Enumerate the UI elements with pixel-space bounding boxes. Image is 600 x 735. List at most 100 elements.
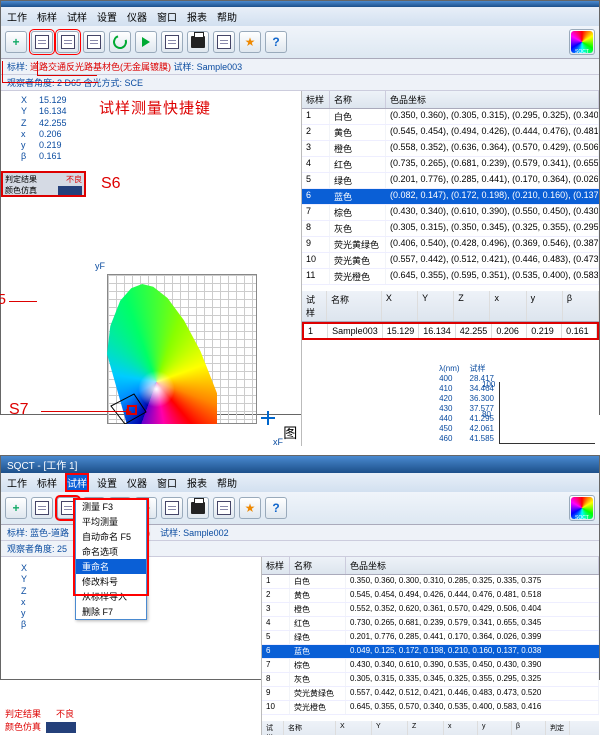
help-button[interactable]: ? [265,497,287,519]
s7-arrow [41,411,126,412]
table-row[interactable]: 5绿色0.201, 0.776, 0.285, 0.441, 0.170, 0.… [262,631,599,645]
table-row[interactable]: 9荧光黄绿色(0.406, 0.540), (0.428, 0.496), (0… [302,237,599,253]
table-row[interactable]: 2黄色0.545, 0.454, 0.494, 0.426, 0.444, 0.… [262,589,599,603]
print-button[interactable] [187,497,209,519]
result-label: 判定结果 [5,174,37,185]
color-swatch [58,186,82,195]
std-table-body[interactable]: 1白色0.350, 0.360, 0.300, 0.310, 0.285, 0.… [262,575,599,715]
sample-table-body[interactable]: 1Sample00315.12916.13442.2550.2060.2190.… [304,324,597,338]
col-index: 标样 [262,557,290,574]
table-row[interactable]: 6蓝色0.049, 0.125, 0.172, 0.198, 0.210, 0.… [262,645,599,659]
menu-item[interactable]: 窗口 [157,475,177,490]
dropdown-item[interactable]: 自动命名 F5 [76,529,146,544]
col-coord: 色品坐标 [386,91,599,108]
dropdown-item[interactable]: 平均测量 [76,514,146,529]
sample-prefix: 试样: [160,528,181,538]
table-row[interactable]: 5绿色(0.201, 0.776), (0.285, 0.441), (0.17… [302,173,599,189]
menubar[interactable]: 工作标样试样设置仪器窗口报表帮助 [1,473,599,492]
menu-item[interactable]: 标样 [37,475,57,490]
favorite-button[interactable]: ★ [239,31,261,53]
table-row[interactable]: 6蓝色(0.082, 0.147), (0.172, 0.198), (0.21… [302,189,599,205]
std-measure-button[interactable] [31,31,53,53]
menu-item[interactable]: 试样 [67,475,87,490]
menu-item[interactable]: 报表 [187,475,207,490]
table-row[interactable]: 11荧光橙色(0.645, 0.355), (0.595, 0.351), (0… [302,269,599,285]
menu-item[interactable]: 仪器 [127,475,147,490]
table-row[interactable]: 9荧光黄绿色0.557, 0.442, 0.512, 0.421, 0.446,… [262,687,599,701]
table-row[interactable]: 1白色0.350, 0.360, 0.300, 0.310, 0.285, 0.… [262,575,599,589]
s5-callout: S5 [0,291,6,308]
dropdown-item[interactable]: 修改料号 [76,574,146,589]
table-row[interactable]: 8灰色0.305, 0.315, 0.335, 0.345, 0.325, 0.… [262,673,599,687]
menubar[interactable]: 工作标样试样设置仪器窗口报表帮助 [1,7,599,26]
menu-item[interactable]: 窗口 [157,9,177,24]
right-pane: 标样 名称 色品坐标 1白色(0.350, 0.360), (0.305, 0.… [301,91,599,446]
table-row[interactable]: 3橙色(0.558, 0.352), (0.636, 0.364), (0.57… [302,141,599,157]
print-button[interactable] [187,31,209,53]
sample-dropdown-menu[interactable]: 测量 F3平均测量自动命名 F5命名选项重命名修改料号从标样导入删除 F7 [75,498,147,620]
preview-button[interactable] [213,497,235,519]
xyz-readout: X15.129Y16.134Z42.255x0.206y0.219β0.161 [21,95,67,163]
dropdown-item[interactable]: 删除 F7 [76,604,146,619]
figure-13: 工作标样试样设置仪器窗口报表帮助 + ★ ? 标样: 道路交通反光路基材色(无金… [0,0,600,415]
table-row[interactable]: 8灰色(0.305, 0.315), (0.350, 0.345), (0.32… [302,221,599,237]
menu-item[interactable]: 工作 [7,9,27,24]
dropdown-item[interactable]: 从标样导入 [76,589,146,604]
add-row-button[interactable] [83,31,105,53]
table-row[interactable]: 4红色(0.735, 0.265), (0.681, 0.239), (0.57… [302,157,599,173]
new-doc-button[interactable]: + [5,31,27,53]
std-measure-button[interactable] [31,497,53,519]
preview-button[interactable] [213,31,235,53]
window-titlebar: SQCT - [工作 1] [1,456,599,473]
favorite-button[interactable]: ★ [239,497,261,519]
dropdown-item[interactable]: 重命名 [76,559,146,574]
menu-item[interactable]: 标样 [37,9,57,24]
sqct-logo [569,495,595,521]
table-row[interactable]: 1Sample00315.12916.13442.2550.2060.2190.… [304,324,597,338]
annotation-line [37,61,97,76]
menu-item[interactable]: 设置 [97,475,117,490]
report-button[interactable] [161,31,183,53]
left-pane: X15.129Y16.134Z42.255x0.206y0.219β0.161 … [1,91,301,446]
help-button[interactable]: ? [265,31,287,53]
xyz-readout: XYZxyβ [21,563,39,631]
sample-name: Sample003 [197,62,243,72]
table-row[interactable]: 4红色0.730, 0.265, 0.681, 0.239, 0.579, 0.… [262,617,599,631]
std-table-header: 标样 名称 色品坐标 [262,557,599,575]
refresh-button[interactable] [109,31,131,53]
dropdown-item[interactable]: 测量 F3 [76,499,146,514]
table-row[interactable]: 2黄色(0.545, 0.454), (0.494, 0.426), (0.44… [302,125,599,141]
menu-item[interactable]: 帮助 [217,9,237,24]
s7-callout: S7 [9,401,29,419]
spectrum-mini-plot: 100 80 [499,382,595,444]
report-button[interactable] [161,497,183,519]
table-row[interactable]: 7棕色(0.430, 0.340), (0.610, 0.390), (0.55… [302,205,599,221]
col-name: 名称 [290,557,346,574]
table-row[interactable]: 10荧光橙色0.645, 0.355, 0.570, 0.340, 0.535,… [262,701,599,715]
menu-item[interactable]: 报表 [187,9,207,24]
crosshair-icon [261,411,275,425]
s5-highlighted-row: 1Sample00315.12916.13442.2550.2060.2190.… [302,322,599,340]
sqct-logo [569,29,595,55]
menu-item[interactable]: 工作 [7,475,27,490]
x-axis-label: xF [273,437,283,447]
table-row[interactable]: 7棕色0.430, 0.340, 0.610, 0.390, 0.535, 0.… [262,659,599,673]
sample-measure-button[interactable] [57,31,79,53]
run-button[interactable] [135,31,157,53]
result-label: 判定结果 [5,709,41,719]
std-prefix: 标样: [7,528,28,538]
new-doc-button[interactable]: + [5,497,27,519]
std-name: 蓝色-道路 [30,528,69,538]
cie-boundary-triangle [108,284,218,424]
menu-item[interactable]: 设置 [97,9,117,24]
s6-callout: S6 [101,175,121,193]
std-table-body[interactable]: 1白色(0.350, 0.360), (0.305, 0.315), (0.29… [302,109,599,285]
table-row[interactable]: 3橙色0.552, 0.352, 0.620, 0.361, 0.570, 0.… [262,603,599,617]
dropdown-item[interactable]: 命名选项 [76,544,146,559]
menu-item[interactable]: 帮助 [217,475,237,490]
menu-item[interactable]: 仪器 [127,9,147,24]
table-row[interactable]: 1白色(0.350, 0.360), (0.305, 0.315), (0.29… [302,109,599,125]
table-row[interactable]: 10荧光黄色(0.557, 0.442), (0.512, 0.421), (0… [302,253,599,269]
s7-target-marker [127,405,137,415]
menu-item[interactable]: 试样 [67,9,87,24]
